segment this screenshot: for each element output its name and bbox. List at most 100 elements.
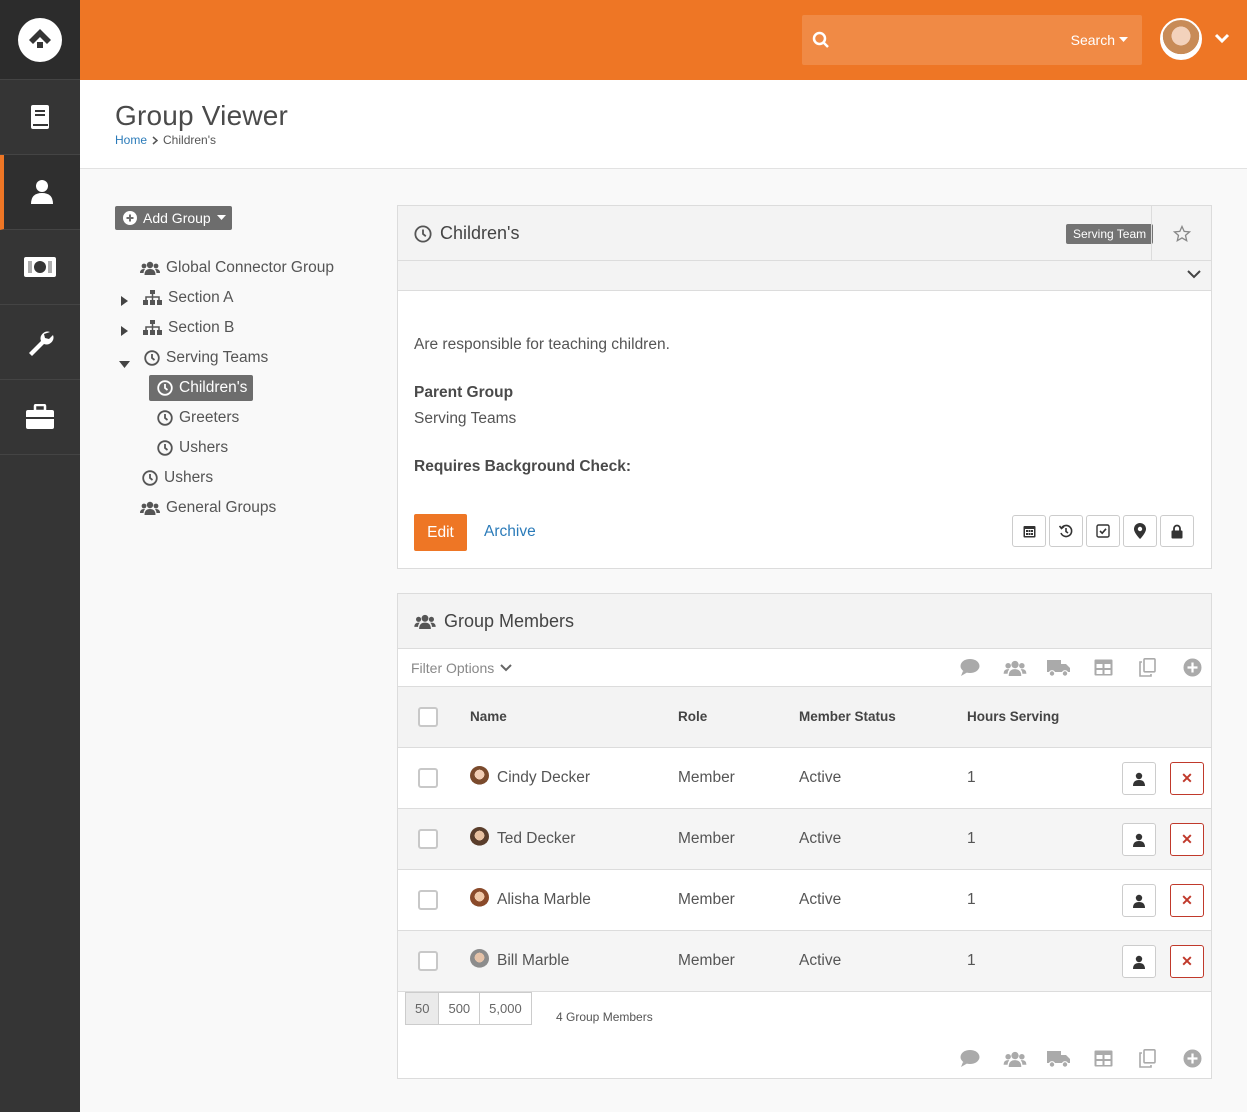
- tree-item-label: Ushers: [164, 469, 214, 486]
- search-button-label: Search: [1070, 32, 1115, 48]
- search-icon: [812, 31, 830, 52]
- communication-icon[interactable]: [960, 1049, 980, 1070]
- column-header-hours-serving[interactable]: Hours Serving: [967, 709, 1059, 724]
- lock-icon[interactable]: [1160, 515, 1194, 547]
- tree-item-ushers[interactable]: Ushers: [142, 466, 213, 490]
- member-hours: 1: [967, 769, 976, 786]
- edit-button[interactable]: Edit: [414, 514, 467, 551]
- caret-right-icon[interactable]: [121, 323, 128, 339]
- caret-down-icon[interactable]: [119, 355, 130, 371]
- tree-item-ushers-child[interactable]: Ushers: [157, 436, 228, 460]
- table-row[interactable]: Cindy Decker Member Active 1 ✕: [398, 748, 1211, 809]
- person-profile-icon[interactable]: [1122, 762, 1156, 795]
- tree-item-label: Children's: [179, 379, 248, 396]
- filter-options-toggle[interactable]: Filter Options: [411, 660, 512, 676]
- person-profile-icon[interactable]: [1122, 823, 1156, 856]
- add-circle-icon[interactable]: [1183, 658, 1202, 680]
- tree-item-section-b[interactable]: Section B: [143, 316, 234, 340]
- row-checkbox[interactable]: [418, 890, 438, 910]
- person-photo: [470, 766, 489, 785]
- chevron-down-icon: [500, 664, 512, 672]
- person-photo: [470, 949, 489, 968]
- book-icon[interactable]: [0, 80, 80, 155]
- parent-group-label: Parent Group: [414, 384, 514, 401]
- person-photo: [470, 888, 489, 907]
- merge-people-icon[interactable]: [1003, 660, 1027, 679]
- group-attributes-toggle[interactable]: [398, 261, 1211, 291]
- tree-item-label: Global Connector Group: [166, 259, 335, 276]
- tree-item-label: Greeters: [179, 409, 240, 426]
- merge-people-icon[interactable]: [1003, 1051, 1027, 1070]
- table-row[interactable]: Alisha Marble Member Active 1 ✕: [398, 870, 1211, 931]
- delete-icon[interactable]: ✕: [1170, 762, 1204, 795]
- truck-icon[interactable]: [1047, 1050, 1071, 1071]
- copy-icon[interactable]: [1139, 1049, 1156, 1071]
- member-name[interactable]: Bill Marble: [497, 952, 569, 970]
- rock-logo[interactable]: [0, 0, 80, 80]
- page-size-5000[interactable]: 5,000: [479, 992, 532, 1025]
- top-bar: Search: [80, 0, 1247, 80]
- search-input[interactable]: [842, 25, 1062, 55]
- member-status: Active: [799, 830, 842, 847]
- communication-icon[interactable]: [960, 658, 980, 679]
- table-row[interactable]: Ted Decker Member Active 1 ✕: [398, 809, 1211, 870]
- select-all-checkbox[interactable]: [418, 707, 438, 727]
- breadcrumb: Home Children's: [115, 133, 216, 147]
- search-type-dropdown[interactable]: Search: [1071, 32, 1128, 48]
- map-marker-icon[interactable]: [1123, 515, 1157, 547]
- copy-icon[interactable]: [1139, 658, 1156, 680]
- tree-item-serving-teams[interactable]: Serving Teams: [144, 346, 268, 370]
- column-header-role[interactable]: Role: [678, 709, 707, 724]
- tree-item-section-a[interactable]: Section A: [143, 286, 234, 310]
- tree-item-global-connector-group[interactable]: Global Connector Group: [140, 256, 334, 280]
- column-header-member-status[interactable]: Member Status: [799, 709, 896, 724]
- checkbox-icon[interactable]: [1086, 515, 1120, 547]
- table-row[interactable]: Bill Marble Member Active 1 ✕: [398, 931, 1211, 992]
- money-icon[interactable]: [0, 230, 80, 305]
- page-title: Group Viewer: [115, 100, 289, 131]
- person-profile-icon[interactable]: [1122, 945, 1156, 978]
- table-export-icon[interactable]: [1094, 659, 1113, 679]
- delete-icon[interactable]: ✕: [1170, 823, 1204, 856]
- chevron-right-icon: [152, 135, 159, 145]
- tree-item-childrens[interactable]: Children's: [149, 375, 254, 401]
- add-circle-icon[interactable]: [1183, 1049, 1202, 1071]
- page-size-50[interactable]: 50: [405, 992, 440, 1025]
- member-name[interactable]: Ted Decker: [497, 830, 575, 848]
- person-profile-icon[interactable]: [1122, 884, 1156, 917]
- column-header-name[interactable]: Name: [470, 709, 507, 724]
- truck-icon[interactable]: [1047, 659, 1071, 680]
- wrench-icon[interactable]: [0, 305, 80, 380]
- add-group-label: Add Group: [143, 210, 211, 226]
- member-status: Active: [799, 891, 842, 908]
- breadcrumb-home[interactable]: Home: [115, 133, 147, 147]
- history-icon[interactable]: [1049, 515, 1083, 547]
- briefcase-icon[interactable]: [0, 380, 80, 455]
- member-role: Member: [678, 830, 735, 847]
- tree-item-greeters[interactable]: Greeters: [157, 406, 239, 430]
- sitemap-icon: [143, 320, 162, 335]
- tree-item-general-groups[interactable]: General Groups: [140, 496, 276, 520]
- sitemap-icon: [143, 290, 162, 305]
- member-name[interactable]: Alisha Marble: [497, 891, 591, 909]
- calendar-icon[interactable]: [1012, 515, 1046, 547]
- archive-link[interactable]: Archive: [484, 523, 536, 541]
- person-icon[interactable]: [0, 155, 80, 230]
- group-panel-header: Children's Serving Team: [398, 206, 1211, 261]
- add-group-button[interactable]: Add Group: [115, 206, 232, 230]
- chevron-down-icon[interactable]: [1214, 32, 1230, 48]
- member-name[interactable]: Cindy Decker: [497, 769, 590, 787]
- star-icon[interactable]: [1151, 206, 1211, 261]
- tree-item-label: Ushers: [179, 439, 229, 456]
- table-export-icon[interactable]: [1094, 1050, 1113, 1070]
- delete-icon[interactable]: ✕: [1170, 945, 1204, 978]
- user-avatar[interactable]: [1160, 18, 1202, 60]
- row-checkbox[interactable]: [418, 829, 438, 849]
- delete-icon[interactable]: ✕: [1170, 884, 1204, 917]
- page-size-500[interactable]: 500: [438, 992, 481, 1025]
- caret-right-icon[interactable]: [121, 293, 128, 309]
- member-status: Active: [799, 769, 842, 786]
- clock-icon: [144, 350, 160, 366]
- row-checkbox[interactable]: [418, 768, 438, 788]
- row-checkbox[interactable]: [418, 951, 438, 971]
